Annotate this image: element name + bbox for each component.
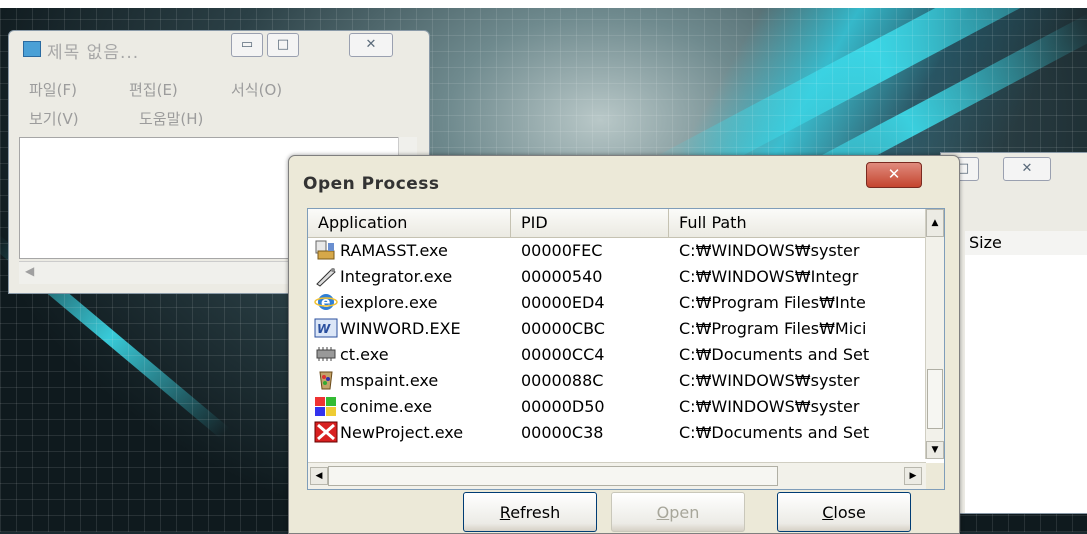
column-header-full-path[interactable]: Full Path (669, 209, 926, 237)
button-label: Close (822, 503, 866, 522)
paint-icon (314, 369, 338, 391)
ramasst-icon (314, 239, 338, 261)
horizontal-scroll-thumb[interactable] (328, 466, 778, 486)
list-vertical-scrollbar[interactable]: ▲ ▼ (925, 209, 944, 459)
background-window[interactable]: □ ✕ Size (940, 152, 1087, 514)
process-name-cell: NewProject.exe (308, 421, 511, 443)
process-path: C:₩Documents and Set (679, 344, 870, 364)
menu-view[interactable]: 보기(V) (29, 108, 79, 129)
scroll-left-arrow-icon[interactable]: ◀ (25, 264, 34, 278)
process-path: C:₩Documents and Set (679, 422, 870, 442)
dialog-close-button[interactable]: ✕ (866, 162, 922, 188)
process-name: RAMASST.exe (340, 240, 448, 260)
notepad-title: 제목 없음... (47, 43, 140, 63)
process-name: mspaint.exe (340, 370, 439, 390)
chip-icon (314, 343, 338, 365)
table-row[interactable]: W WINWORD.EXE 00000CBC C:₩Program Files₩Mic… (308, 315, 926, 341)
process-name: NewProject.exe (340, 422, 464, 442)
process-name-cell: e iexplore.exe (308, 291, 511, 313)
process-path: C:₩WINDOWS₩Integr (679, 266, 859, 286)
scroll-down-arrow-icon[interactable]: ▼ (926, 441, 944, 459)
table-row[interactable]: e iexplore.exe 00000ED4 C:₩Program Files₩In… (308, 289, 926, 315)
notepad-titlebar[interactable]: 제목 없음... ▭ □ ✕ (9, 31, 429, 65)
process-name: Integrator.exe (340, 266, 453, 286)
process-path: C:₩Program Files₩Mici (679, 318, 867, 338)
integrator-icon (314, 265, 338, 287)
button-label: Open (656, 503, 700, 522)
process-name-cell: ct.exe (308, 343, 511, 365)
process-name-cell: Integrator.exe (308, 265, 511, 287)
list-horizontal-scrollbar[interactable]: ◀ ▶ (308, 462, 926, 489)
process-pid: 00000ED4 (521, 292, 605, 312)
process-rows: RAMASST.exe 00000FEC C:₩WINDOWS₩syster Inte… (308, 237, 926, 445)
process-name-cell: W WINWORD.EXE (308, 317, 511, 339)
process-pid: 00000C38 (521, 422, 604, 442)
process-path: C:₩Program Files₩Inte (679, 292, 866, 312)
background-list (965, 255, 1087, 513)
process-pid: 00000CBC (521, 318, 605, 338)
open-button[interactable]: Open (611, 492, 745, 532)
notepad-icon (23, 41, 41, 57)
scroll-right-arrow-icon[interactable]: ▶ (904, 467, 922, 485)
process-name: ct.exe (340, 344, 389, 364)
process-pid: 0000088C (521, 370, 604, 390)
menu-edit[interactable]: 편집(E) (129, 79, 178, 100)
table-row[interactable]: NewProject.exe 00000C38 C:₩Documents and S… (308, 419, 926, 445)
column-header-pid[interactable]: PID (511, 209, 669, 237)
column-header-size[interactable]: Size (965, 231, 1087, 256)
top-edge (0, 0, 1087, 8)
process-name: conime.exe (340, 396, 433, 416)
svg-text:W: W (317, 322, 331, 336)
process-path: C:₩WINDOWS₩syster (679, 396, 860, 416)
menu-file[interactable]: 파일(F) (29, 79, 77, 100)
process-path: C:₩WINDOWS₩syster (679, 240, 860, 260)
process-name-cell: RAMASST.exe (308, 239, 511, 261)
maximize-button[interactable]: □ (267, 33, 299, 57)
scroll-left-arrow-icon[interactable]: ◀ (310, 467, 328, 485)
process-name: iexplore.exe (340, 292, 438, 312)
open-process-dialog[interactable]: Open Process ✕ Application PID Full Path… (288, 155, 960, 534)
vertical-scroll-thumb[interactable] (927, 369, 943, 429)
column-header-application[interactable]: Application (308, 209, 511, 237)
process-pid: 00000CC4 (521, 344, 605, 364)
table-row[interactable]: ct.exe 00000CC4 C:₩Documents and Set (308, 341, 926, 367)
close-button[interactable]: ✕ (349, 33, 393, 57)
close-button[interactable]: Close (777, 492, 911, 532)
process-name-cell: conime.exe (308, 395, 511, 417)
newproject-icon (314, 421, 338, 443)
table-row[interactable]: Integrator.exe 00000540 C:₩WINDOWS₩Integr (308, 263, 926, 289)
conime-icon (314, 395, 338, 417)
table-row[interactable]: RAMASST.exe 00000FEC C:₩WINDOWS₩syster (308, 237, 926, 263)
table-row[interactable]: conime.exe 00000D50 C:₩WINDOWS₩syster (308, 393, 926, 419)
menu-help[interactable]: 도움말(H) (139, 108, 203, 129)
menu-format[interactable]: 서식(O) (231, 79, 282, 100)
scroll-corner (926, 463, 944, 489)
close-icon: ✕ (887, 165, 901, 183)
process-list[interactable]: Application PID Full Path RAMASST.exe 000… (307, 208, 945, 490)
process-pid: 00000D50 (521, 396, 605, 416)
internet-explorer-icon: e (314, 291, 338, 313)
list-header: Application PID Full Path (308, 209, 926, 238)
dialog-title: Open Process (303, 174, 440, 194)
process-name-cell: mspaint.exe (308, 369, 511, 391)
minimize-button[interactable]: ▭ (231, 33, 263, 57)
word-icon: W (314, 317, 338, 339)
process-path: C:₩WINDOWS₩syster (679, 370, 860, 390)
process-name: WINWORD.EXE (340, 318, 461, 338)
close-button[interactable]: ✕ (1003, 157, 1051, 181)
table-row[interactable]: mspaint.exe 0000088C C:₩WINDOWS₩syster (308, 367, 926, 393)
process-pid: 00000FEC (521, 240, 603, 260)
refresh-button[interactable]: Refresh (463, 492, 597, 532)
scroll-up-arrow-icon[interactable]: ▲ (926, 209, 944, 237)
process-pid: 00000540 (521, 266, 603, 286)
button-label: Refresh (499, 503, 561, 522)
